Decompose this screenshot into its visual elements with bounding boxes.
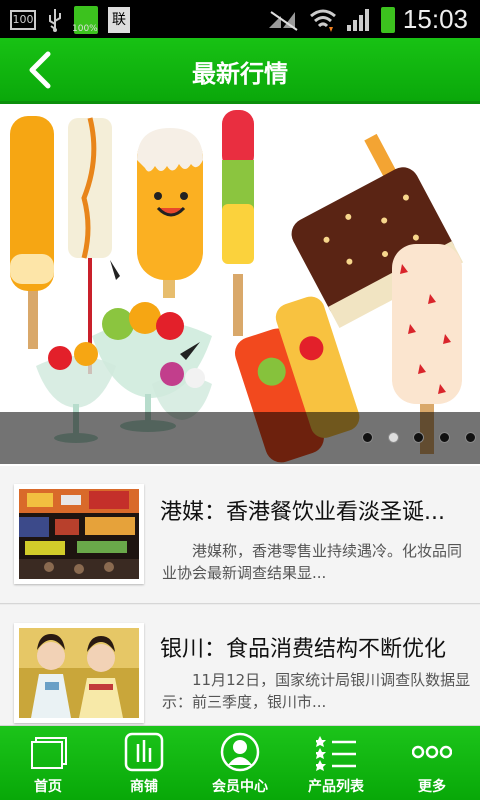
- bottom-tab-bar: 首页 商铺 会员中心 产品列表 更多: [0, 726, 480, 800]
- no-signal-icon: [268, 10, 298, 31]
- tab-label: 产品列表: [308, 779, 364, 795]
- home-icon: [31, 737, 67, 769]
- carousel-indicator-bar: [0, 412, 480, 464]
- shop-icon: [124, 732, 164, 772]
- news-title: 港媒：香港餐饮业看淡圣诞...: [160, 500, 445, 525]
- tab-product-list[interactable]: 产品列表: [288, 726, 384, 800]
- more-icon: [412, 745, 452, 759]
- tab-label: 首页: [34, 779, 62, 795]
- tab-member-center[interactable]: 会员中心: [192, 726, 288, 800]
- tab-label: 商铺: [130, 779, 158, 795]
- battery-status-icon: [380, 6, 395, 33]
- news-item[interactable]: 银川：食品消费结构不断优化 11月12日，国家统计局银川调查队数据显示：前三季度…: [0, 605, 480, 726]
- clock: 15:03: [402, 4, 468, 34]
- news-thumbnail: [14, 484, 144, 584]
- carousel-dot[interactable]: [413, 432, 424, 443]
- cell-signal-icon: [346, 8, 369, 31]
- street-night-photo: [19, 489, 139, 579]
- banner-carousel[interactable]: [0, 104, 480, 466]
- member-icon: [220, 732, 260, 772]
- news-thumbnail: [14, 623, 144, 723]
- carousel-dot[interactable]: [439, 432, 450, 443]
- news-title: 银川：食品消费结构不断优化: [160, 637, 447, 662]
- status-bar: 100 100% 联 15:03: [0, 0, 480, 38]
- tab-more[interactable]: 更多: [384, 726, 480, 800]
- notification-box-icon: 100: [10, 10, 36, 30]
- two-women-photo: [19, 628, 139, 718]
- sim-icon: 联: [108, 7, 130, 33]
- carousel-dot-active[interactable]: [388, 432, 399, 443]
- usb-icon: [49, 9, 61, 32]
- carousel-dot[interactable]: [362, 432, 373, 443]
- tab-shop[interactable]: 商铺: [96, 726, 192, 800]
- tab-home[interactable]: 首页: [0, 726, 96, 800]
- page-title: 最新行情: [192, 60, 288, 88]
- header-bar: 最新行情: [0, 38, 480, 104]
- news-item[interactable]: 港媒：香港餐饮业看淡圣诞... 港媒称，香港零售业持续遇冷。化妆品同业协会最新调…: [0, 466, 480, 604]
- list-icon: [316, 736, 356, 771]
- news-summary: 11月12日，国家统计局银川调查队数据显示：前三季度，银川市...: [162, 671, 471, 711]
- battery-percent: 100%: [72, 24, 98, 34]
- tab-label: 会员中心: [212, 779, 268, 795]
- battery-icon: 100%: [72, 6, 98, 34]
- carousel-dot[interactable]: [465, 432, 476, 443]
- tab-label: 更多: [418, 779, 446, 795]
- news-summary: 港媒称，香港零售业持续遇冷。化妆品同业协会最新调查结果显...: [162, 542, 463, 582]
- wifi-icon: [309, 9, 336, 32]
